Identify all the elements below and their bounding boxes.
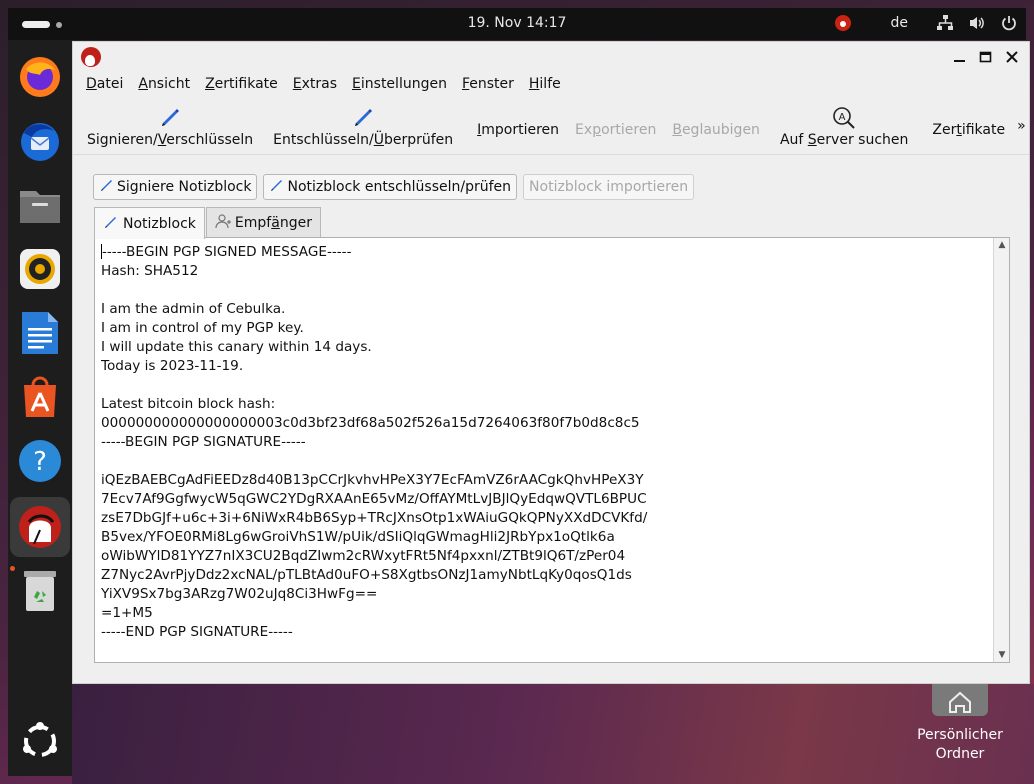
tab-recipients[interactable]: Empfänger: [205, 207, 321, 238]
home-folder-desktop-icon[interactable]: Persönlicher Ordner: [912, 676, 1008, 764]
files-icon[interactable]: [16, 181, 64, 229]
pencil-icon: [99, 177, 115, 197]
certify-button[interactable]: Beglaubigen: [664, 98, 768, 154]
decrypt-notepad-button[interactable]: Notizblock entschlüsseln/prüfen: [263, 174, 518, 200]
network-icon[interactable]: [936, 14, 954, 32]
dock: ?: [8, 40, 72, 776]
certificates-button[interactable]: Zertifikate: [924, 98, 1013, 154]
search-server-icon: A: [832, 106, 856, 130]
firefox-icon[interactable]: [16, 53, 64, 101]
menu-fenster[interactable]: Fenster: [462, 76, 514, 92]
import-button[interactable]: Importieren: [469, 98, 567, 154]
kleopatra-tray-icon[interactable]: [834, 15, 851, 31]
close-button[interactable]: [1005, 48, 1019, 66]
decrypt-verify-button[interactable]: Entschlüsseln/Überprüfen: [265, 98, 461, 154]
menu-zertifikate[interactable]: Zertifikate: [205, 76, 278, 92]
svg-text:?: ?: [33, 447, 47, 477]
top-bar: 19. Nov 14:17 de: [8, 8, 1026, 40]
window-titlebar[interactable]: [73, 42, 1029, 72]
kleopatra-dock-icon[interactable]: [10, 497, 70, 557]
menu-extras[interactable]: Extras: [293, 76, 337, 92]
maximize-button[interactable]: [979, 48, 993, 66]
libreoffice-writer-icon[interactable]: [16, 309, 64, 357]
volume-icon[interactable]: [968, 14, 986, 32]
pencil-icon: [158, 106, 182, 130]
pencil-icon: [103, 214, 119, 234]
show-apps-button[interactable]: [16, 717, 64, 765]
pencil-icon: [269, 177, 285, 197]
menu-bar: Datei Ansicht Zertifikate Extras Einstel…: [73, 72, 1029, 96]
keyboard-language-indicator[interactable]: de: [891, 15, 909, 31]
notepad-actions: Signiere Notizblock Notizblock entschlüs…: [93, 174, 695, 200]
pencil-icon: [351, 106, 375, 130]
trash-icon[interactable]: [16, 567, 64, 615]
system-tray: de: [834, 14, 1019, 32]
menu-hilfe[interactable]: Hilfe: [529, 76, 561, 92]
kleopatra-app-icon: [81, 47, 101, 67]
kleopatra-window: Datei Ansicht Zertifikate Extras Einstel…: [72, 41, 1030, 684]
svg-text:A: A: [839, 112, 846, 123]
home-folder-label-line2: Ordner: [935, 746, 985, 762]
home-folder-label-line1: Persönlicher: [917, 727, 1003, 743]
active-app-indicator: [10, 566, 15, 571]
scroll-down-arrow[interactable]: ▼: [994, 648, 1010, 662]
editor-scrollbar[interactable]: ▲ ▼: [993, 238, 1009, 662]
menu-datei[interactable]: Datei: [86, 76, 123, 92]
export-button[interactable]: Exportieren: [567, 98, 664, 154]
add-user-icon: [215, 213, 231, 233]
notepad-text[interactable]: -----BEGIN PGP SIGNED MESSAGE----- Hash:…: [101, 243, 991, 642]
menu-einstellungen[interactable]: Einstellungen: [352, 76, 447, 92]
thunderbird-icon[interactable]: [16, 117, 64, 165]
lookup-on-server-button[interactable]: A Auf Server suchen: [772, 98, 916, 154]
help-icon[interactable]: ?: [16, 437, 64, 485]
menu-ansicht[interactable]: Ansicht: [138, 76, 190, 92]
power-icon[interactable]: [1000, 14, 1018, 32]
import-notepad-button[interactable]: Notizblock importieren: [523, 174, 695, 200]
rhythmbox-icon[interactable]: [16, 245, 64, 293]
main-toolbar: Signieren/Verschlüsseln Entschlüsseln/Üb…: [73, 98, 1029, 154]
toolbar-divider: [73, 154, 1029, 155]
sign-notepad-button[interactable]: Signiere Notizblock: [93, 174, 258, 200]
sign-encrypt-button[interactable]: Signieren/Verschlüsseln: [79, 98, 261, 154]
notepad-editor[interactable]: -----BEGIN PGP SIGNED MESSAGE----- Hash:…: [94, 237, 1010, 663]
tab-notepad[interactable]: Notizblock: [94, 207, 205, 239]
notepad-tabs: Notizblock Empfänger: [94, 207, 322, 239]
desktop-wallpaper: [72, 684, 1034, 784]
toolbar-overflow-button[interactable]: »: [1013, 98, 1032, 154]
app-center-icon[interactable]: [16, 373, 64, 421]
minimize-button[interactable]: [953, 48, 967, 66]
scroll-up-arrow[interactable]: ▲: [994, 238, 1010, 252]
